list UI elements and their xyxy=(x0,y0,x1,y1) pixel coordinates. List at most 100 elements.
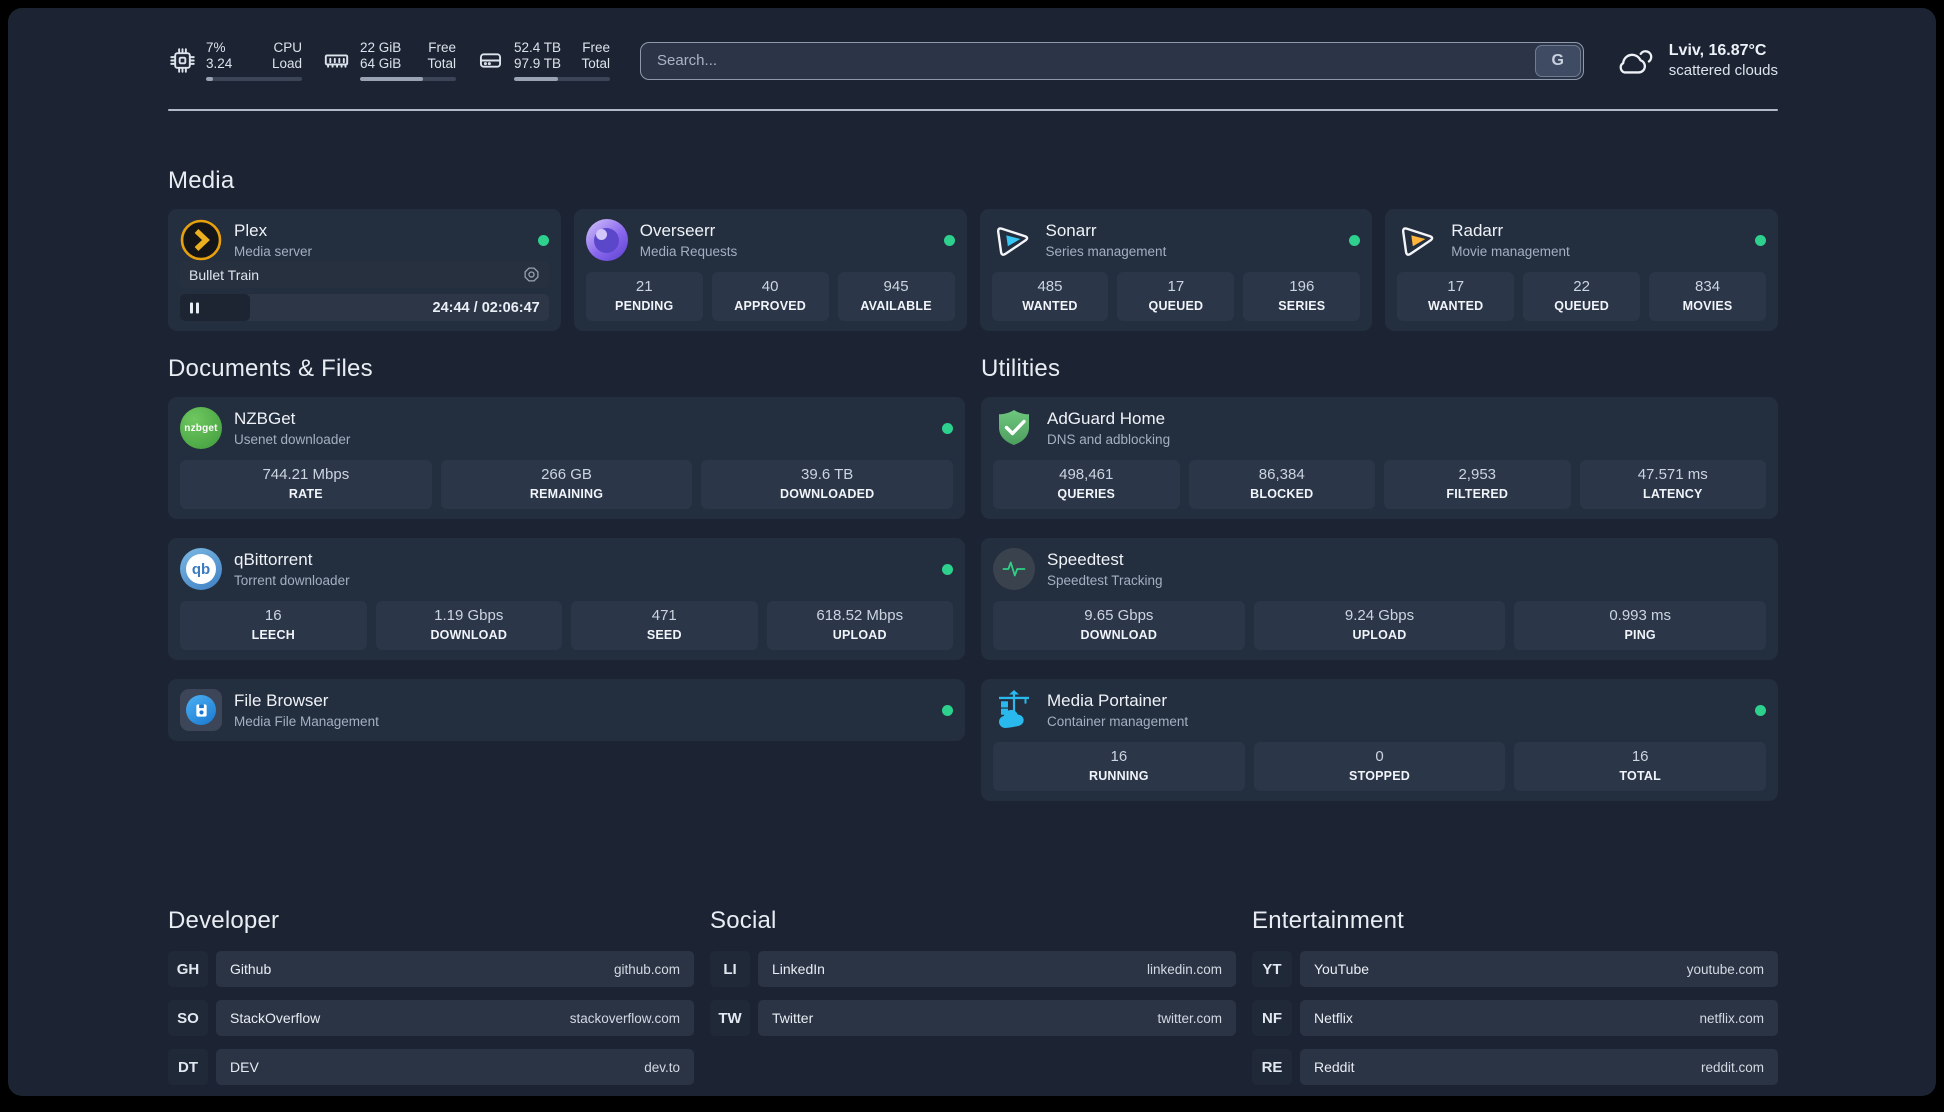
stat-value: 0 xyxy=(1375,748,1384,765)
bookmark-row-github[interactable]: GH Github github.com xyxy=(168,951,694,987)
stat-tile: 471 SEED xyxy=(571,601,758,650)
memory-progress-bar xyxy=(360,77,456,81)
service-card-qbittorrent[interactable]: qb qBittorrent Torrent downloader 16 LEE… xyxy=(168,538,965,660)
service-name: NZBGet xyxy=(234,408,296,428)
stat-value: 47.571 ms xyxy=(1637,466,1708,483)
stat-value: 744.21 Mbps xyxy=(262,466,350,483)
bookmark-row-youtube[interactable]: YT YouTube youtube.com xyxy=(1252,951,1778,987)
scattered-clouds-icon xyxy=(1614,44,1656,78)
cpu-load-label: Load xyxy=(271,56,302,71)
pause-icon xyxy=(190,302,199,313)
stat-label: AVAILABLE xyxy=(860,299,932,313)
service-card-nzbget[interactable]: nzbget NZBGet Usenet downloader 744.21 M… xyxy=(168,397,965,519)
stat-tile: 47.571 ms LATENCY xyxy=(1579,460,1766,509)
service-description: Series management xyxy=(1045,243,1167,259)
stat-label: DOWNLOAD xyxy=(1080,628,1158,642)
stat-value: 16 xyxy=(1631,748,1649,765)
stat-tile: 39.6 TB DOWNLOADED xyxy=(701,460,954,509)
bookmark-row-linkedin[interactable]: LI LinkedIn linkedin.com xyxy=(710,951,1236,987)
bookmark-row-twitter[interactable]: TW Twitter twitter.com xyxy=(710,1000,1236,1036)
status-dot xyxy=(1349,234,1361,246)
stat-tile: 22 QUEUED xyxy=(1523,272,1641,321)
memory-total-label: Total xyxy=(427,56,456,71)
stat-value: 86,384 xyxy=(1258,466,1305,483)
cpu-usage-label: CPU xyxy=(273,40,302,55)
stat-tile: 2,953 FILTERED xyxy=(1384,460,1571,509)
bookmark-abbr: SO xyxy=(168,1000,208,1036)
bookmark-group-developer: Developer GH Github github.com SO StackO… xyxy=(168,851,694,1085)
disk-free-label: Free xyxy=(582,40,610,55)
stat-label: APPROVED xyxy=(734,299,807,313)
utilities-column: Utilities AdGuard Home DNS and adblockin… xyxy=(981,355,1778,801)
disk-icon xyxy=(476,47,504,75)
service-card-adguard[interactable]: AdGuard Home DNS and adblocking 498,461 … xyxy=(981,397,1778,519)
stat-tile: 21 PENDING xyxy=(585,272,703,321)
sonarr-icon xyxy=(992,219,1034,261)
stat-label: PING xyxy=(1624,628,1656,642)
search-provider-button[interactable]: G xyxy=(1534,44,1581,77)
stat-label: WANTED xyxy=(1428,299,1484,313)
now-playing-title: Bullet Train xyxy=(189,266,260,283)
service-card-radarr[interactable]: Radarr Movie management 17 WANTED 22 QUE… xyxy=(1385,209,1778,331)
stat-tile: 266 GB REMAINING xyxy=(440,460,693,509)
stat-tile: 0.993 ms PING xyxy=(1514,601,1767,650)
memory-total-value: 64 GiB xyxy=(360,56,402,71)
stat-value: 196 xyxy=(1289,278,1315,295)
section-title-utilities: Utilities xyxy=(981,355,1061,382)
stat-label: RUNNING xyxy=(1088,769,1149,783)
section-title-entertainment: Entertainment xyxy=(1252,907,1405,934)
service-name: Speedtest xyxy=(1047,549,1124,569)
service-card-speedtest[interactable]: Speedtest Speedtest Tracking 9.65 Gbps D… xyxy=(981,538,1778,660)
memory-free-label: Free xyxy=(428,40,456,55)
stat-value: 17 xyxy=(1447,278,1465,295)
service-card-portainer[interactable]: Media Portainer Container management 16 … xyxy=(981,679,1778,801)
service-card-plex[interactable]: Plex Media server Bullet Train 24:44 / 0… xyxy=(168,209,561,331)
stat-label: WANTED xyxy=(1022,299,1078,313)
service-card-sonarr[interactable]: Sonarr Series management 485 WANTED 17 Q… xyxy=(979,209,1373,331)
media-grid: Plex Media server Bullet Train 24:44 / 0… xyxy=(168,209,1778,331)
header-divider xyxy=(168,109,1778,111)
bookmark-row-reddit[interactable]: RE Reddit reddit.com xyxy=(1252,1049,1778,1085)
bookmark-url: linkedin.com xyxy=(1146,961,1222,977)
bookmark-abbr: LI xyxy=(710,951,750,987)
disk-total-label: Total xyxy=(581,56,610,71)
stat-value: 0.993 ms xyxy=(1609,607,1672,624)
stat-value: 16 xyxy=(264,607,282,624)
stat-label: MOVIES xyxy=(1682,299,1733,313)
bookmark-row-stackoverflow[interactable]: SO StackOverflow stackoverflow.com xyxy=(168,1000,694,1036)
stat-value: 17 xyxy=(1167,278,1185,295)
stat-tile: 0 STOPPED xyxy=(1253,742,1506,791)
filebrowser-icon xyxy=(180,689,222,731)
bookmark-abbr: NF xyxy=(1252,1000,1292,1036)
section-title-media: Media xyxy=(168,167,235,194)
bookmark-abbr: RE xyxy=(1252,1049,1292,1085)
service-card-filebrowser[interactable]: File Browser Media File Management xyxy=(168,679,965,741)
status-dot xyxy=(943,234,955,246)
bookmark-abbr: GH xyxy=(168,951,208,987)
overseerr-icon xyxy=(585,219,628,261)
bookmark-name: Reddit xyxy=(1314,1059,1355,1075)
stat-value: 498,461 xyxy=(1059,466,1114,483)
stat-tile: 9.24 Gbps UPLOAD xyxy=(1253,601,1506,650)
service-card-overseerr[interactable]: Overseerr Media Requests 21 PENDING 40 A… xyxy=(573,209,967,331)
search-input[interactable] xyxy=(640,41,1584,80)
service-name: Sonarr xyxy=(1045,220,1097,240)
bookmark-row-dev[interactable]: DT DEV dev.to xyxy=(168,1049,694,1085)
stat-label: STOPPED xyxy=(1349,769,1410,783)
bookmark-url: dev.to xyxy=(644,1059,680,1075)
playback-time: 24:44 / 02:06:47 xyxy=(432,299,540,316)
section-title-documents: Documents & Files xyxy=(168,355,373,382)
cpu-icon xyxy=(168,47,196,75)
stat-label: UPLOAD xyxy=(1352,628,1407,642)
service-description: Speedtest Tracking xyxy=(1047,572,1163,588)
documents-column: Documents & Files nzbget NZBGet Usenet d… xyxy=(168,355,965,741)
bookmark-abbr: YT xyxy=(1252,951,1292,987)
service-description: Media server xyxy=(234,243,313,259)
stat-tile: 17 WANTED xyxy=(1397,272,1515,321)
stat-value: 1.19 Gbps xyxy=(434,607,504,624)
stat-label: LATENCY xyxy=(1643,487,1703,501)
service-name: Plex xyxy=(234,220,268,240)
stat-tile: 945 AVAILABLE xyxy=(837,272,955,321)
bookmark-row-netflix[interactable]: NF Netflix netflix.com xyxy=(1252,1000,1778,1036)
status-dot xyxy=(537,234,549,246)
